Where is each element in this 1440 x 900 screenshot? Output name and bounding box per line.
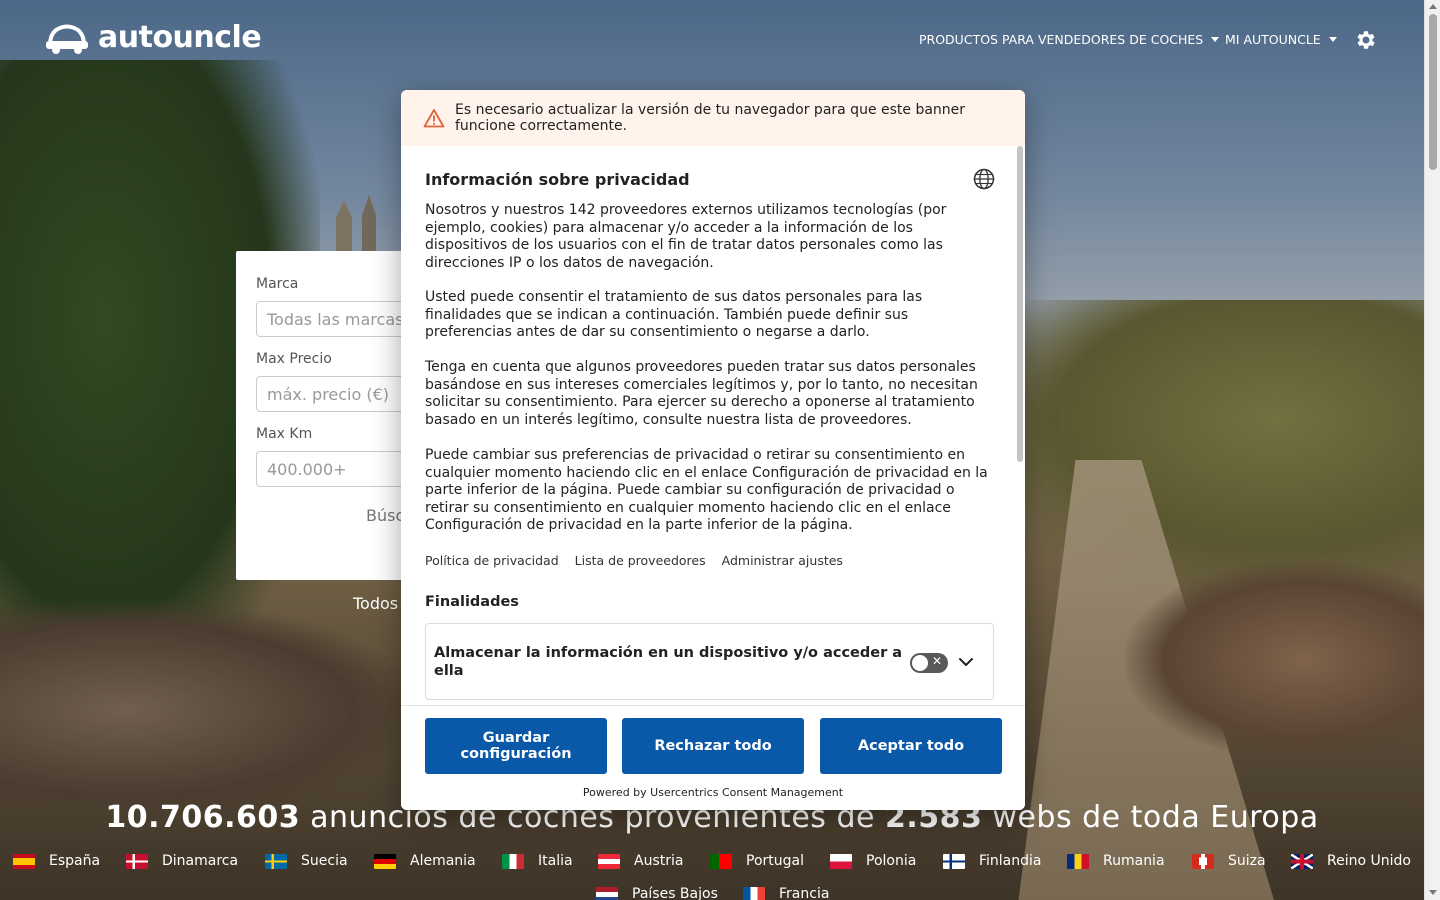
austria-flag-icon xyxy=(598,853,620,869)
country-label: Países Bajos xyxy=(632,886,718,900)
country-label: Polonia xyxy=(866,853,917,869)
privacy-policy-link[interactable]: Política de privacidad xyxy=(425,553,559,568)
country-france[interactable]: Francia xyxy=(743,886,829,900)
consent-paragraph: Nosotros y nuestros 142 proveedores exte… xyxy=(425,202,947,271)
country-label: Francia xyxy=(779,886,830,900)
browser-warning-text: Es necesario actualizar la versión de tu… xyxy=(455,102,966,134)
country-portugal[interactable]: Portugal xyxy=(710,853,804,869)
headline-end: webs de toda Europa xyxy=(982,800,1319,835)
sweden-flag-icon xyxy=(265,853,287,869)
nav-my-autouncle-label: MI AUTOUNCLE xyxy=(1225,32,1321,47)
denmark-flag-icon xyxy=(126,853,148,869)
manage-settings-link[interactable]: Administrar ajustes xyxy=(722,553,843,568)
consent-paragraph: Tenga en cuenta que algunos proveedores … xyxy=(425,359,978,428)
country-label: Suecia xyxy=(301,853,348,869)
country-italy[interactable]: Italia xyxy=(502,853,573,869)
max-km-input[interactable]: 400.000+ xyxy=(256,451,416,487)
all-cars-link[interactable]: Todos xyxy=(353,594,398,613)
globe-language-icon[interactable] xyxy=(973,168,995,190)
brand-label: Marca xyxy=(256,276,299,292)
consent-footer: Guardar configuración Rechazar todo Acep… xyxy=(401,705,1025,810)
uk-flag-icon xyxy=(1291,853,1313,869)
purpose-toggle[interactable]: ✕ xyxy=(910,653,948,673)
scroll-down-arrow-icon[interactable] xyxy=(1429,890,1437,895)
country-germany[interactable]: Alemania xyxy=(374,853,476,869)
page-scrollbar[interactable] xyxy=(1424,0,1440,900)
country-label: Alemania xyxy=(410,853,476,869)
max-km-label: Max Km xyxy=(256,426,313,442)
spain-flag-icon xyxy=(13,853,35,869)
country-austria[interactable]: Austria xyxy=(598,853,683,869)
chevron-down-icon[interactable] xyxy=(957,653,975,671)
country-denmark[interactable]: Dinamarca xyxy=(126,853,238,869)
france-flag-icon xyxy=(743,886,765,900)
country-label: Portugal xyxy=(746,853,804,869)
autouncle-logo[interactable]: autouncle xyxy=(44,20,262,55)
vendor-list-link[interactable]: Lista de proveedores xyxy=(575,553,706,568)
country-switzerland[interactable]: Suiza xyxy=(1192,853,1266,869)
finland-flag-icon xyxy=(943,853,965,869)
netherlands-flag-icon xyxy=(596,886,618,900)
nav-products-label: PRODUCTOS PARA VENDEDORES DE COCHES xyxy=(919,32,1204,47)
consent-paragraph: Puede cambiar sus preferencias de privac… xyxy=(425,447,988,533)
logo-text: autouncle xyxy=(98,20,262,55)
country-poland[interactable]: Polonia xyxy=(830,853,916,869)
purpose-item[interactable]: Almacenar la información en un dispositi… xyxy=(425,623,994,700)
max-price-input[interactable]: máx. precio (€) xyxy=(256,376,416,412)
portugal-flag-icon xyxy=(710,853,732,869)
accept-all-button[interactable]: Aceptar todo xyxy=(820,718,1002,774)
save-settings-button[interactable]: Guardar configuración xyxy=(425,718,607,774)
country-sweden[interactable]: Suecia xyxy=(265,853,348,869)
country-netherlands[interactable]: Países Bajos xyxy=(596,886,718,900)
purpose-item-label: Almacenar la información en un dispositi… xyxy=(434,645,903,679)
nav-my-autouncle[interactable]: MI AUTOUNCLE xyxy=(1225,32,1337,47)
privacy-consent-dialog: Es necesario actualizar la versión de tu… xyxy=(401,90,1025,810)
gear-icon[interactable] xyxy=(1353,28,1377,52)
caret-down-icon xyxy=(1328,37,1337,42)
consent-paragraph: Usted puede consentir el tratamiento de … xyxy=(425,289,923,340)
caret-down-icon xyxy=(1211,37,1220,42)
country-uk[interactable]: Reino Unido xyxy=(1291,853,1411,869)
country-label: Italia xyxy=(538,853,573,869)
warning-triangle-icon xyxy=(423,109,445,128)
search-button[interactable]: Búsc xyxy=(366,506,404,525)
italy-flag-icon xyxy=(502,853,524,869)
scroll-up-arrow-icon[interactable] xyxy=(1429,4,1437,9)
brand-select[interactable]: Todas las marcas xyxy=(256,301,416,337)
dialog-title: Información sobre privacidad xyxy=(425,170,690,189)
country-label: Austria xyxy=(634,853,684,869)
country-label: España xyxy=(49,853,101,869)
country-label: Rumania xyxy=(1103,853,1165,869)
listing-count: 10.706.603 xyxy=(105,800,301,835)
poland-flag-icon xyxy=(830,853,852,869)
purposes-heading: Finalidades xyxy=(425,594,519,610)
search-panel: Marca Todas las marcas Max Precio máx. p… xyxy=(236,251,416,580)
consent-links: Política de privacidad Lista de proveedo… xyxy=(425,553,843,568)
dialog-scrollbar-thumb[interactable] xyxy=(1017,146,1023,462)
country-label: Suiza xyxy=(1228,853,1266,869)
germany-flag-icon xyxy=(374,853,396,869)
scrollbar-thumb[interactable] xyxy=(1429,14,1437,170)
switzerland-flag-icon xyxy=(1192,853,1214,869)
car-logo-icon xyxy=(46,24,88,54)
romania-flag-icon xyxy=(1067,853,1089,869)
country-spain[interactable]: España xyxy=(13,853,100,869)
powered-by-text: Powered by Usercentrics Consent Manageme… xyxy=(582,786,844,799)
country-label: Dinamarca xyxy=(162,853,239,869)
browser-warning-banner: Es necesario actualizar la versión de tu… xyxy=(401,90,1025,146)
reject-all-button[interactable]: Rechazar todo xyxy=(622,718,804,774)
country-romania[interactable]: Rumania xyxy=(1067,853,1165,869)
country-finland[interactable]: Finlandia xyxy=(943,853,1042,869)
country-label: Reino Unido xyxy=(1327,853,1411,869)
country-label: Finlandia xyxy=(979,853,1042,869)
nav-products-dealers[interactable]: PRODUCTOS PARA VENDEDORES DE COCHES xyxy=(919,32,1220,47)
close-x-icon: ✕ xyxy=(932,654,943,668)
toggle-knob xyxy=(912,655,928,671)
max-price-label: Max Precio xyxy=(256,351,332,367)
consent-body[interactable]: Información sobre privacidad Nosotros y … xyxy=(401,146,1025,706)
